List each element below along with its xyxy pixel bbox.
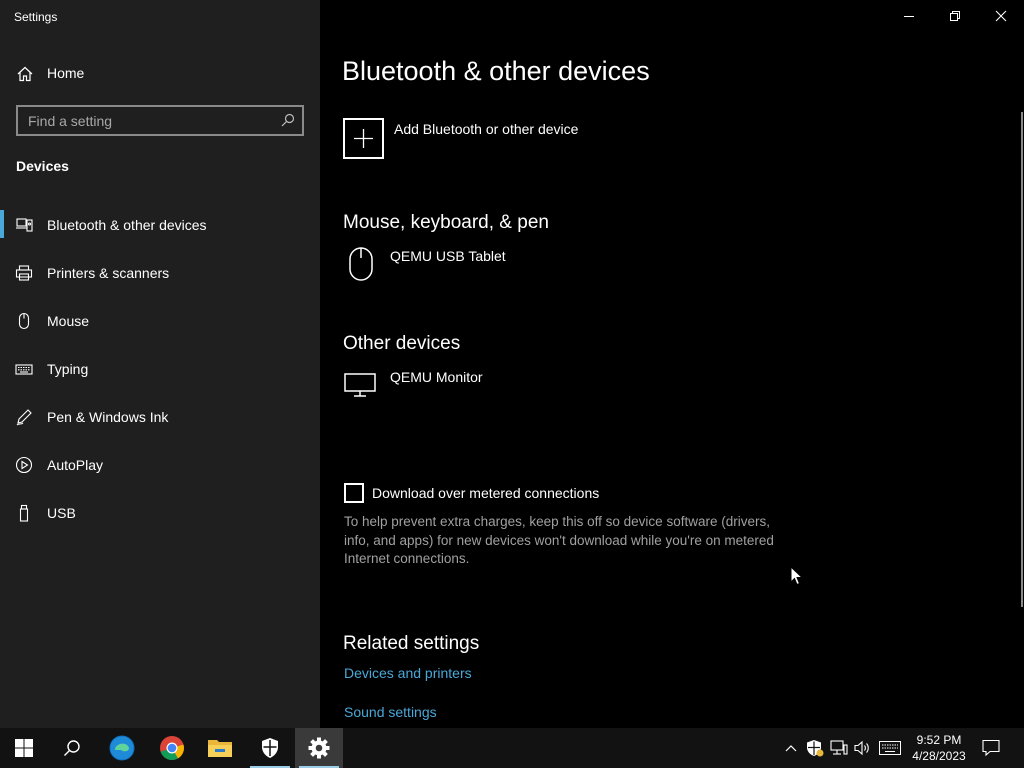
taskbar-clock[interactable]: 9:52 PM 4/28/2023 [902,732,976,764]
sidebar-item-typing[interactable]: Typing [0,350,320,388]
file-explorer-icon [208,740,232,757]
sidebar-item-label: USB [47,505,76,521]
home-label: Home [47,65,85,81]
keyboard-icon [15,364,33,375]
close-button[interactable] [978,0,1024,32]
taskbar: 9:52 PM 4/28/2023 [0,728,1024,768]
group-title-other-devices: Other devices [343,333,461,354]
add-device-label: Add Bluetooth or other device [394,121,579,137]
device-name: QEMU USB Tablet [390,248,506,264]
sidebar-item-mouse[interactable]: Mouse [0,302,320,340]
plus-icon [354,129,373,148]
minimize-button[interactable] [886,0,932,32]
sidebar-item-pen[interactable]: Pen & Windows Ink [0,398,320,436]
tray-security-button[interactable] [805,738,825,758]
mouse-icon [349,247,373,281]
bluetooth-devices-icon [16,218,33,232]
search-icon [64,740,80,756]
clock-time: 9:52 PM [916,733,962,747]
volume-icon [854,740,869,756]
printer-icon [15,265,33,281]
main-content: Bluetooth & other devices Add Bluetooth … [320,0,1024,728]
add-icon-box [343,118,384,159]
keyboard-icon [879,741,901,755]
sidebar-item-label: Mouse [47,313,90,329]
monitor-icon [344,373,376,397]
restore-button[interactable] [932,0,978,32]
tray-volume-button[interactable] [852,738,872,758]
action-center-button[interactable] [981,738,1001,758]
sound-settings-link[interactable]: Sound settings [344,704,437,720]
autoplay-icon [15,456,33,474]
sidebar-item-label: AutoPlay [47,457,104,473]
taskbar-chrome[interactable] [148,728,196,768]
taskbar-settings[interactable] [295,728,343,768]
tray-network-button[interactable] [829,738,849,758]
sidebar-item-autoplay[interactable]: AutoPlay [0,446,320,484]
settings-icon [308,737,330,759]
device-item-usb-tablet[interactable]: QEMU USB Tablet [343,246,663,288]
usb-icon [19,504,29,522]
home-icon [17,66,33,82]
sidebar-item-label: Printers & scanners [47,265,170,281]
edge-icon [109,735,135,761]
network-icon [830,740,848,755]
taskbar-file-explorer[interactable] [196,728,244,768]
window-controls [886,0,1024,32]
chevron-up-icon [785,745,797,752]
tray-touch-keyboard-button[interactable] [878,738,902,758]
metered-help-text: To help prevent extra charges, keep this… [344,514,774,566]
home-button[interactable]: Home [0,58,320,88]
device-name: QEMU Monitor [390,369,483,385]
scrollbar[interactable] [1021,112,1023,607]
notification-icon [982,739,1000,757]
restore-icon [950,11,960,21]
sidebar-item-label: Typing [47,361,89,377]
metered-connections-option[interactable]: Download over metered connections [344,483,764,503]
clock-date: 4/28/2023 [912,749,966,763]
security-icon [262,738,278,758]
taskbar-edge[interactable] [98,728,146,768]
chrome-icon [160,736,184,760]
security-alert-icon [807,740,824,757]
sidebar-item-printers[interactable]: Printers & scanners [0,254,320,292]
show-hidden-icons-button[interactable] [781,738,801,758]
add-device-button[interactable]: Add Bluetooth or other device [343,118,663,160]
section-label: Devices [16,158,69,174]
taskbar-security[interactable] [246,728,294,768]
search-input[interactable] [28,111,268,131]
page-title: Bluetooth & other devices [342,56,650,86]
minimize-icon [904,16,914,17]
sidebar: Settings Home Devices Bluetooth & other … [0,0,320,728]
sidebar-item-label: Bluetooth & other devices [47,217,207,233]
close-icon [995,10,1007,22]
active-indicator [0,210,4,238]
pen-icon [16,409,32,426]
sidebar-item-label: Pen & Windows Ink [47,409,169,425]
mouse-cursor-icon [790,566,803,586]
mouse-icon [18,312,30,330]
start-button[interactable] [0,728,48,768]
group-title-input-devices: Mouse, keyboard, & pen [343,212,549,233]
app-title: Settings [14,10,58,24]
related-settings-title: Related settings [343,633,480,654]
start-icon [15,739,33,757]
metered-checkbox[interactable] [344,483,364,503]
sidebar-item-bluetooth[interactable]: Bluetooth & other devices [0,206,320,244]
device-item-monitor[interactable]: QEMU Monitor [343,367,663,409]
devices-and-printers-link[interactable]: Devices and printers [344,665,472,681]
taskbar-search-button[interactable] [48,728,96,768]
search-icon[interactable] [281,113,295,127]
metered-label: Download over metered connections [372,485,600,501]
sidebar-item-usb[interactable]: USB [0,494,320,532]
search-box[interactable] [16,105,304,136]
